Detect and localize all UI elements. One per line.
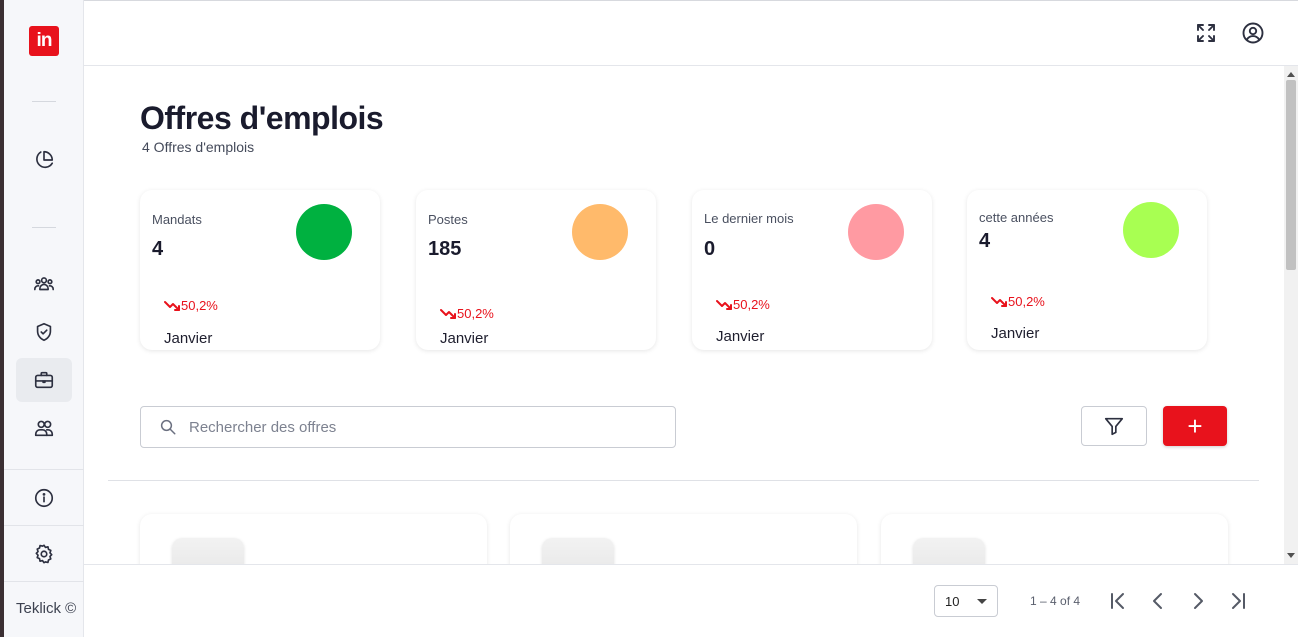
- paginator: 10 1 – 4 of 4: [84, 564, 1298, 637]
- sidebar-item-team[interactable]: [16, 262, 72, 306]
- stat-indicator: [572, 204, 628, 260]
- sidebar-item-jobs[interactable]: [16, 358, 72, 402]
- stat-label: Le dernier mois: [704, 211, 794, 226]
- sidebar-item-settings[interactable]: [16, 532, 72, 576]
- users-group-icon: [34, 277, 54, 291]
- page-size-select[interactable]: 10: [934, 585, 998, 617]
- shield-check-icon: [36, 322, 52, 342]
- sidebar-item-dashboard[interactable]: [16, 138, 72, 182]
- stat-card-postes: Postes 185 50,2% Janvier: [416, 190, 656, 350]
- job-card-thumbnail: [542, 538, 614, 564]
- stat-month: Janvier: [440, 330, 489, 347]
- page-subtitle: 4 Offres d'emplois: [142, 139, 255, 155]
- content-divider: [108, 480, 1259, 481]
- stat-indicator: [848, 204, 904, 260]
- chevron-right-icon: [1194, 593, 1203, 609]
- stat-indicator: [1123, 202, 1179, 258]
- sidebar-item-people[interactable]: [16, 406, 72, 450]
- two-users-icon: [34, 420, 54, 437]
- account-circle-icon: [1242, 22, 1264, 44]
- search-icon: [160, 419, 176, 435]
- app-root: in Teklick © Offres d'emplois 4 Offres d…: [0, 0, 1298, 637]
- stat-trend: 50,2%: [164, 298, 218, 313]
- app-logo[interactable]: in: [29, 26, 59, 56]
- search-input[interactable]: [189, 418, 649, 436]
- first-page-icon: [1111, 593, 1124, 609]
- stat-label: Mandats: [152, 212, 202, 227]
- topbar: [84, 0, 1298, 66]
- stat-trend-value: 50,2%: [1008, 294, 1045, 309]
- next-page-button[interactable]: [1186, 589, 1210, 613]
- info-icon: [34, 488, 54, 508]
- scroll-up-icon[interactable]: [1287, 72, 1295, 77]
- page-title: Offres d'emplois: [140, 100, 384, 136]
- brand-footer: Teklick ©: [16, 600, 77, 617]
- account-button[interactable]: [1241, 21, 1265, 45]
- job-card[interactable]: [510, 514, 857, 564]
- stat-value: 0: [704, 238, 716, 260]
- last-page-button[interactable]: [1226, 589, 1250, 613]
- job-card-thumbnail: [172, 538, 244, 564]
- stat-value: 4: [979, 230, 991, 252]
- stat-label: cette années: [979, 210, 1054, 225]
- window-edge: [0, 0, 4, 637]
- trending-down-icon: [164, 300, 180, 311]
- add-button-label: +: [1187, 411, 1203, 441]
- pie-chart-icon: [36, 150, 54, 169]
- stat-trend-value: 50,2%: [457, 306, 494, 321]
- sidebar-divider: [4, 469, 84, 470]
- filter-icon: [1104, 417, 1124, 436]
- page-size-value: 10: [945, 593, 960, 609]
- stat-card-annees: cette années 4 50,2% Janvier: [967, 190, 1207, 350]
- stat-month: Janvier: [164, 330, 213, 347]
- gear-icon: [35, 544, 53, 564]
- filter-button[interactable]: [1081, 406, 1147, 446]
- stat-indicator: [296, 204, 352, 260]
- sidebar-divider: [32, 101, 56, 102]
- job-card-thumbnail: [913, 538, 985, 564]
- stat-value: 185: [428, 238, 462, 260]
- briefcase-icon: [34, 371, 54, 389]
- stat-trend-value: 50,2%: [733, 297, 770, 312]
- sidebar-divider: [4, 581, 84, 582]
- trending-down-icon: [440, 308, 456, 319]
- stat-month: Janvier: [991, 325, 1040, 342]
- sidebar: in Teklick ©: [0, 0, 84, 637]
- previous-page-button[interactable]: [1146, 589, 1170, 613]
- stat-trend: 50,2%: [440, 306, 494, 321]
- add-offer-button[interactable]: +: [1163, 406, 1227, 446]
- fullscreen-icon: [1197, 24, 1215, 42]
- stat-card-dernier-mois: Le dernier mois 0 50,2% Janvier: [692, 190, 932, 350]
- stat-value: 4: [152, 238, 164, 260]
- trending-down-icon: [716, 299, 732, 310]
- page-range-label: 1 – 4 of 4: [1030, 594, 1081, 608]
- main-content: Offres d'emplois 4 Offres d'emplois Mand…: [84, 66, 1284, 564]
- search-box: [140, 406, 676, 448]
- sidebar-item-info[interactable]: [16, 476, 72, 520]
- sidebar-divider: [32, 227, 56, 228]
- main-scrollbar[interactable]: [1284, 66, 1298, 564]
- stat-trend-value: 50,2%: [181, 298, 218, 313]
- scrollbar-thumb[interactable]: [1286, 80, 1296, 270]
- last-page-icon: [1232, 593, 1245, 609]
- job-card[interactable]: [881, 514, 1228, 564]
- scroll-down-icon[interactable]: [1287, 553, 1295, 558]
- first-page-button[interactable]: [1106, 589, 1130, 613]
- stat-month: Janvier: [716, 328, 765, 345]
- stat-label: Postes: [428, 212, 468, 227]
- stat-card-mandats: Mandats 4 50,2% Janvier: [140, 190, 380, 350]
- fullscreen-button[interactable]: [1194, 21, 1218, 45]
- chevron-left-icon: [1153, 593, 1162, 609]
- stat-trend: 50,2%: [716, 297, 770, 312]
- chevron-down-icon: [977, 599, 987, 604]
- job-card[interactable]: [140, 514, 487, 564]
- sidebar-divider: [4, 525, 84, 526]
- sidebar-item-security[interactable]: [16, 310, 72, 354]
- trending-down-icon: [991, 296, 1007, 307]
- stat-trend: 50,2%: [991, 294, 1045, 309]
